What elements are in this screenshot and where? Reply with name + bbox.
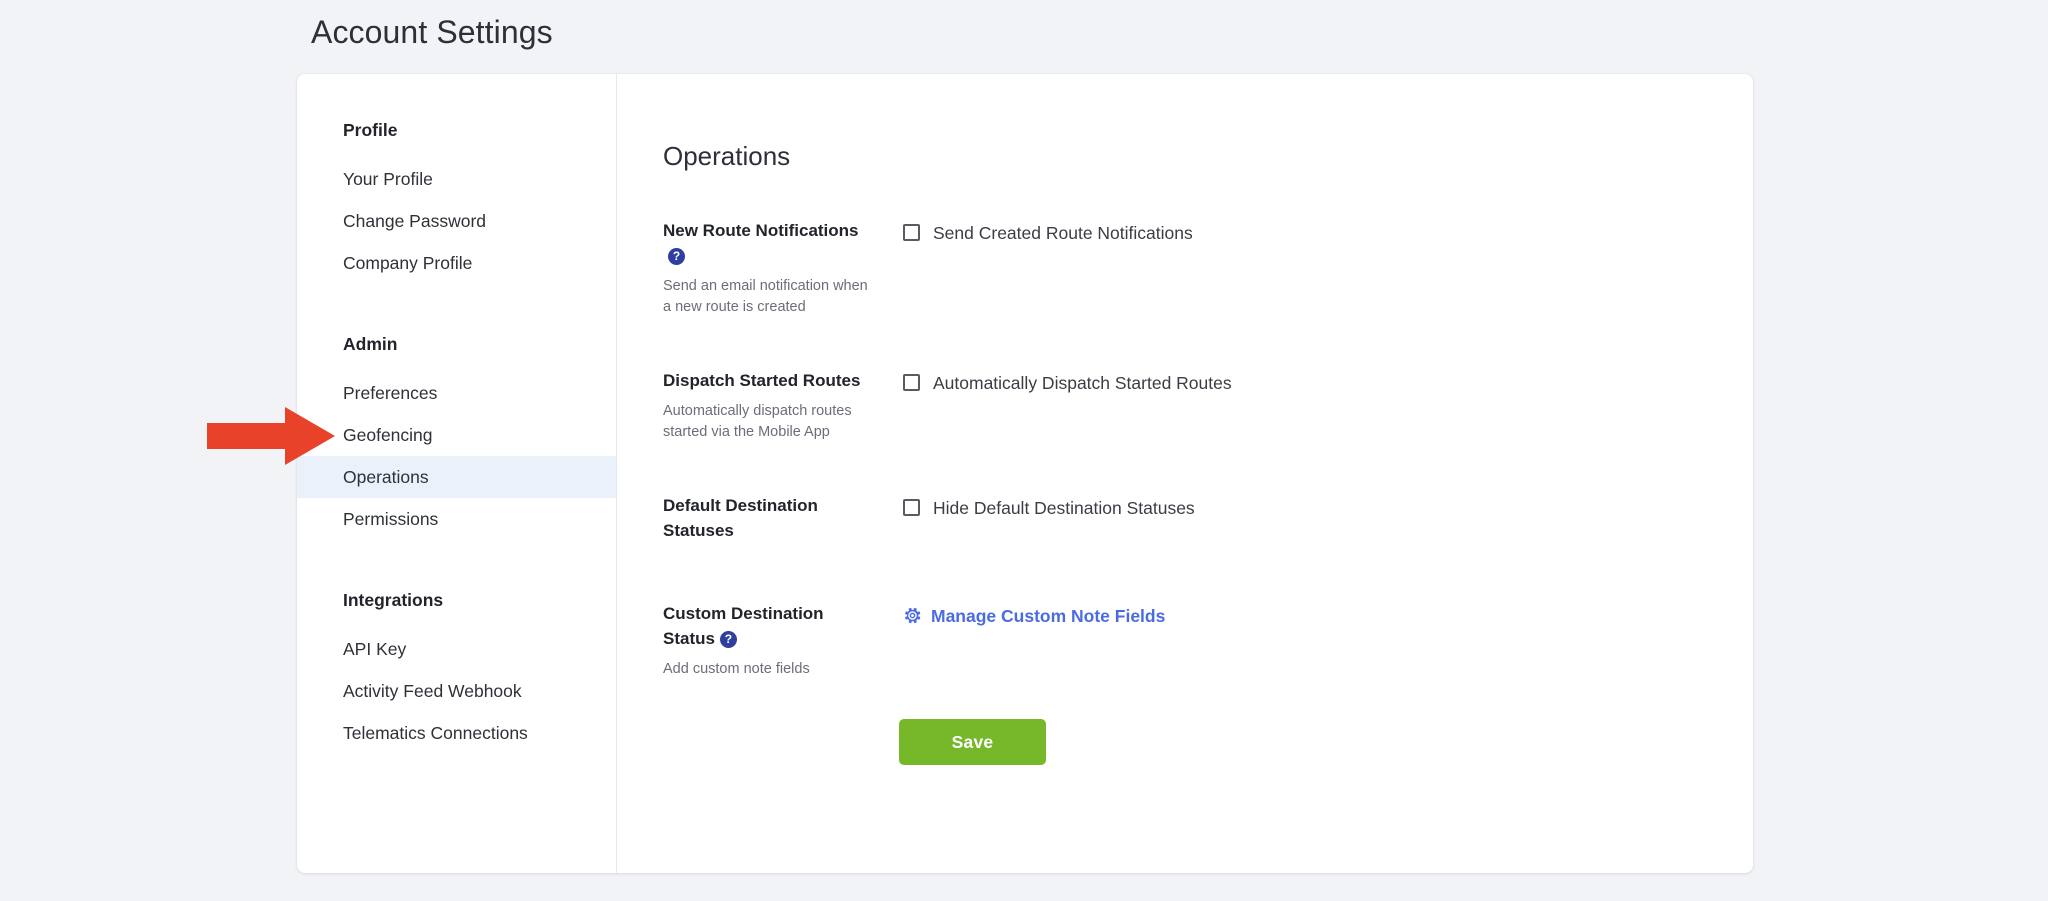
setting-title-new-route-notifications: New Route Notifications? bbox=[663, 218, 873, 268]
help-icon[interactable]: ? bbox=[719, 630, 737, 648]
setting-label-column: New Route Notifications? Send an email n… bbox=[663, 218, 903, 318]
setting-title-text: New Route Notifications bbox=[663, 220, 859, 240]
nav-heading-admin: Admin bbox=[343, 334, 398, 354]
gear-icon bbox=[905, 608, 921, 624]
sidebar-item-activity-feed-webhook[interactable]: Activity Feed Webhook bbox=[297, 670, 616, 712]
setting-control-column: Send Created Route Notifications bbox=[903, 218, 1753, 245]
nav-group-profile: Profile Your Profile Change Password Com… bbox=[297, 118, 616, 284]
setting-description: Send an email notification when a new ro… bbox=[663, 277, 868, 315]
sidebar-item-telematics-connections[interactable]: Telematics Connections bbox=[297, 712, 616, 754]
setting-description: Add custom note fields bbox=[663, 660, 810, 677]
checkbox-label: Automatically Dispatch Started Routes bbox=[933, 372, 1232, 393]
checkbox-automatically-dispatch-started-routes[interactable]: Automatically Dispatch Started Routes bbox=[903, 371, 1753, 395]
setting-label-column: Dispatch Started Routes Automatically di… bbox=[663, 368, 903, 443]
nav-heading-integrations: Integrations bbox=[343, 590, 444, 610]
setting-label-column: Custom Destination Status? Add custom no… bbox=[663, 601, 903, 680]
section-title: Operations bbox=[663, 140, 791, 171]
checkbox-box[interactable] bbox=[903, 499, 920, 517]
setting-title-text: Custom Destination Status bbox=[663, 603, 824, 648]
nav-group-integrations: Integrations API Key Activity Feed Webho… bbox=[297, 588, 616, 754]
checkbox-label: Send Created Route Notifications bbox=[933, 222, 1193, 243]
checkbox-hide-default-destination-statuses[interactable]: Hide Default Destination Statuses bbox=[903, 496, 1753, 520]
setting-label-column: Default Destination Statuses bbox=[663, 493, 903, 551]
save-button[interactable]: Save bbox=[899, 719, 1046, 765]
setting-row-dispatch-started-routes: Dispatch Started Routes Automatically di… bbox=[663, 368, 1753, 443]
sidebar-item-api-key[interactable]: API Key bbox=[297, 628, 616, 670]
setting-description: Automatically dispatch routes started vi… bbox=[663, 402, 852, 440]
nav-group-admin: Admin Preferences Geofencing Operations … bbox=[297, 332, 616, 540]
manage-link-label: Manage Custom Note Fields bbox=[931, 605, 1166, 626]
setting-control-column: Hide Default Destination Statuses bbox=[903, 493, 1753, 520]
setting-control-column: Manage Custom Note Fields bbox=[903, 601, 1753, 631]
sidebar-item-permissions[interactable]: Permissions bbox=[297, 498, 616, 540]
setting-title-dispatch-started-routes: Dispatch Started Routes bbox=[663, 370, 861, 390]
checkbox-box[interactable] bbox=[903, 374, 920, 392]
settings-card: Profile Your Profile Change Password Com… bbox=[297, 74, 1753, 873]
checkbox-label: Hide Default Destination Statuses bbox=[933, 497, 1195, 518]
settings-sidebar: Profile Your Profile Change Password Com… bbox=[297, 74, 617, 873]
sidebar-item-operations[interactable]: Operations bbox=[297, 456, 616, 498]
sidebar-item-company-profile[interactable]: Company Profile bbox=[297, 242, 616, 284]
setting-row-custom-destination-status: Custom Destination Status? Add custom no… bbox=[663, 601, 1753, 680]
sidebar-item-change-password[interactable]: Change Password bbox=[297, 200, 616, 242]
nav-heading-profile: Profile bbox=[343, 120, 398, 140]
help-icon[interactable]: ? bbox=[668, 247, 685, 265]
sidebar-item-your-profile[interactable]: Your Profile bbox=[297, 158, 616, 200]
setting-row-default-destination-statuses: Default Destination Statuses Hide Defaul… bbox=[663, 493, 1753, 551]
sidebar-item-geofencing[interactable]: Geofencing bbox=[297, 414, 616, 456]
operations-panel: Operations New Route Notifications? Send… bbox=[617, 74, 1753, 873]
manage-custom-note-fields-link[interactable]: Manage Custom Note Fields bbox=[903, 604, 1165, 628]
setting-title-custom-destination-status: Custom Destination Status? bbox=[663, 601, 873, 651]
setting-row-new-route-notifications: New Route Notifications? Send an email n… bbox=[663, 218, 1753, 318]
page-title: Account Settings bbox=[311, 14, 553, 50]
checkbox-box[interactable] bbox=[903, 224, 920, 242]
checkbox-send-created-route-notifications[interactable]: Send Created Route Notifications bbox=[903, 221, 1753, 245]
setting-control-column: Automatically Dispatch Started Routes bbox=[903, 368, 1753, 395]
sidebar-item-preferences[interactable]: Preferences bbox=[297, 372, 616, 414]
setting-title-default-destination-statuses: Default Destination Statuses bbox=[663, 495, 818, 540]
